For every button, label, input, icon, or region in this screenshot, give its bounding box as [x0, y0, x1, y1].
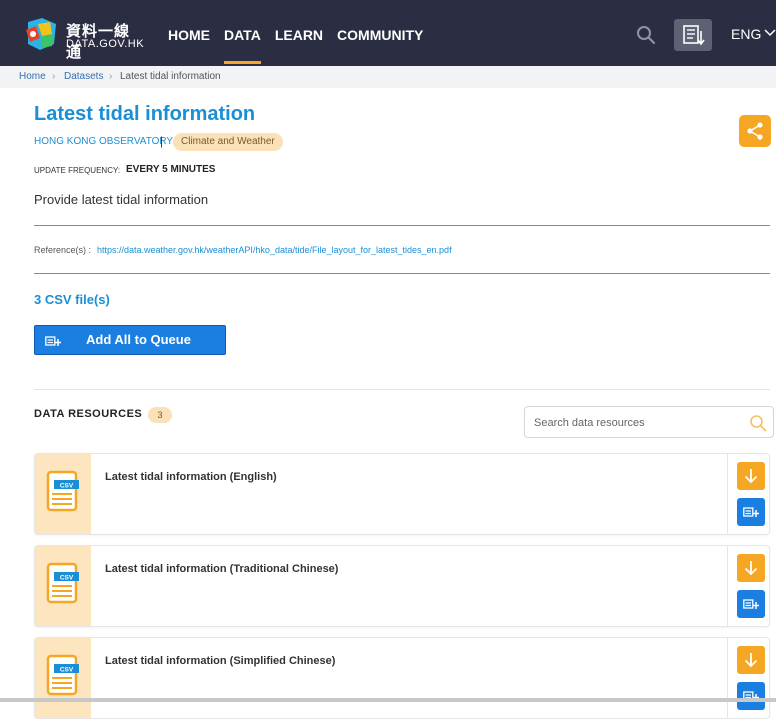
top-nav-bar: 資料一線通 DATA.GOV.HK HOME DATA LEARN COMMUN… [0, 0, 776, 66]
add-to-queue-button[interactable] [737, 682, 765, 710]
dataset-description: Provide latest tidal information [34, 192, 209, 207]
add-queue-icon [45, 336, 61, 346]
breadcrumb-home[interactable]: Home [19, 71, 46, 82]
download-icon [744, 653, 758, 668]
site-logo[interactable]: 資料一線通 DATA.GOV.HK [22, 14, 145, 61]
breadcrumb-separator-icon: › [52, 71, 56, 82]
divider [34, 273, 770, 274]
share-icon [747, 122, 763, 140]
divider [34, 225, 770, 226]
breadcrumb-separator-icon: › [109, 71, 113, 82]
data-resources-heading: DATA RESOURCES [34, 408, 143, 420]
language-selector[interactable]: ENG [731, 26, 761, 42]
csv-file-icon: CSV [46, 654, 79, 696]
resource-actions [727, 638, 769, 718]
resource-thumbnail: CSV [35, 638, 91, 718]
logo-english-text: DATA.GOV.HK [66, 38, 145, 50]
nav-home[interactable]: HOME [168, 0, 210, 66]
resource-card[interactable]: CSV Latest tidal information (Traditiona… [34, 545, 770, 627]
resource-search-box [524, 406, 774, 438]
share-button[interactable] [739, 115, 771, 147]
resource-card[interactable]: CSV Latest tidal information (Simplified… [34, 637, 770, 719]
update-frequency-label: UPDATE FREQUENCY: [34, 166, 121, 175]
data-resources-count-badge: 3 [148, 407, 172, 423]
add-all-to-queue-label: Add All to Queue [86, 332, 191, 347]
resource-actions [727, 454, 769, 534]
nav-community[interactable]: COMMUNITY [337, 0, 423, 66]
divider [34, 389, 770, 390]
csv-label: CSV [60, 574, 74, 581]
resource-search-input[interactable] [534, 414, 734, 432]
add-all-to-queue-button[interactable]: Add All to Queue [34, 325, 226, 355]
resource-title[interactable]: Latest tidal information (English) [105, 471, 277, 483]
file-count: 3 CSV file(s) [34, 292, 110, 307]
csv-label: CSV [60, 666, 74, 673]
queue-icon [683, 25, 705, 46]
download-icon [744, 469, 758, 484]
page-title: Latest tidal information [34, 103, 256, 125]
download-icon [744, 561, 758, 576]
resource-thumbnail: CSV [35, 546, 91, 626]
breadcrumb-datasets[interactable]: Datasets [64, 71, 103, 82]
logo-icon [26, 18, 56, 50]
search-icon[interactable] [749, 414, 767, 432]
download-button[interactable] [737, 554, 765, 582]
separator: | [160, 134, 164, 148]
resource-thumbnail: CSV [35, 454, 91, 534]
resource-card[interactable]: CSV Latest tidal information (English) [34, 453, 770, 535]
download-button[interactable] [737, 462, 765, 490]
chevron-down-icon[interactable] [764, 27, 776, 39]
reference-link[interactable]: https://data.weather.gov.hk/weatherAPI/h… [97, 245, 452, 255]
breadcrumb: Home › Datasets › Latest tidal informati… [0, 66, 776, 88]
download-queue-button[interactable] [674, 19, 712, 51]
nav-data[interactable]: DATA [224, 0, 261, 66]
csv-file-icon: CSV [46, 562, 79, 604]
nav-learn[interactable]: LEARN [275, 0, 323, 66]
add-to-queue-button[interactable] [737, 590, 765, 618]
resource-actions [727, 546, 769, 626]
add-to-queue-button[interactable] [737, 498, 765, 526]
update-frequency-value: EVERY 5 MINUTES [126, 164, 216, 175]
csv-label: CSV [60, 482, 74, 489]
add-queue-icon [743, 507, 759, 517]
resource-title[interactable]: Latest tidal information (Simplified Chi… [105, 655, 335, 667]
resource-title[interactable]: Latest tidal information (Traditional Ch… [105, 563, 338, 575]
download-button[interactable] [737, 646, 765, 674]
category-tag[interactable]: Climate and Weather [173, 133, 283, 151]
window-bottom-edge [0, 698, 776, 702]
csv-file-icon: CSV [46, 470, 79, 512]
organization-link[interactable]: HONG KONG OBSERVATORY [34, 136, 173, 147]
breadcrumb-current: Latest tidal information [120, 71, 221, 82]
search-icon[interactable] [636, 25, 656, 45]
main-nav: HOME DATA LEARN COMMUNITY [168, 0, 437, 66]
add-queue-icon [743, 599, 759, 609]
reference-label: Reference(s) : [34, 245, 92, 255]
